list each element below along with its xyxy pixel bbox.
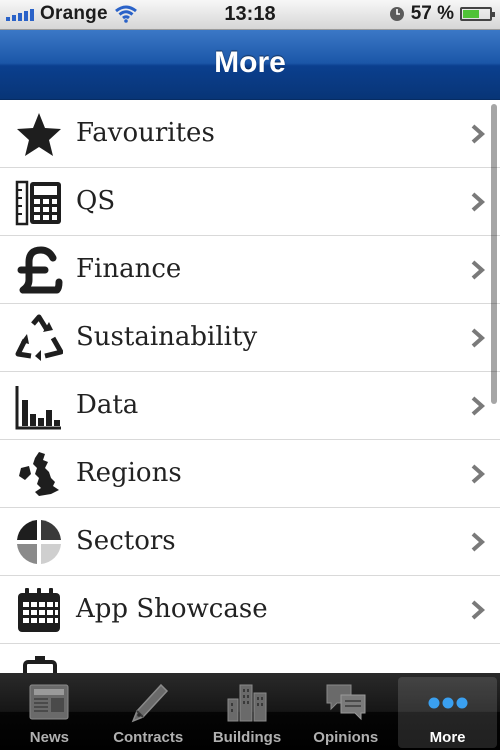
calculator-icon xyxy=(14,178,64,226)
battery-percentage: 57 % xyxy=(410,3,454,24)
list-item-data[interactable]: Data xyxy=(0,372,500,440)
list-item-sectors[interactable]: Sectors xyxy=(0,508,500,576)
chevron-right-icon xyxy=(471,464,486,484)
tab-label: News xyxy=(29,729,69,746)
bar-chart-icon xyxy=(14,382,64,430)
list-item-label: Data xyxy=(76,390,139,420)
speech-bubbles-icon xyxy=(326,684,366,721)
list-item-label: Regions xyxy=(76,458,182,488)
tab-buildings[interactable]: Buildings xyxy=(198,673,297,750)
buildings-icon xyxy=(227,684,267,722)
calendar-icon xyxy=(14,586,64,634)
list-item-sustainability[interactable]: Sustainability xyxy=(0,304,500,372)
partial-item-icon xyxy=(14,654,64,673)
chevron-right-icon xyxy=(471,192,486,212)
list-item-label: QS xyxy=(76,186,116,216)
tab-more[interactable]: More xyxy=(398,677,497,748)
navigation-bar: More xyxy=(0,30,500,100)
list-item-regions[interactable]: Regions xyxy=(0,440,500,508)
tab-label: Opinions xyxy=(313,729,379,746)
chevron-right-icon xyxy=(471,396,486,416)
recycle-icon xyxy=(14,314,64,362)
list-item-label: Finance xyxy=(76,254,182,284)
tab-label: Contracts xyxy=(113,729,184,746)
tab-contracts[interactable]: Contracts xyxy=(99,673,198,750)
pie-chart-icon xyxy=(14,518,64,566)
tab-news[interactable]: News xyxy=(0,673,99,750)
chevron-right-icon xyxy=(471,328,486,348)
star-icon xyxy=(14,110,64,158)
pound-sign-icon xyxy=(14,246,64,294)
chevron-right-icon xyxy=(471,600,486,620)
tab-bar: News Contracts Buildings Opinions More xyxy=(0,673,500,750)
more-dots-icon xyxy=(428,697,468,709)
status-right: 57 % xyxy=(389,3,495,25)
list-item-favourites[interactable]: Favourites xyxy=(0,100,500,168)
newspaper-icon xyxy=(29,684,69,720)
battery-fill xyxy=(463,10,479,18)
status-bar: Orange 13:18 57 % xyxy=(0,0,500,30)
chevron-right-icon xyxy=(471,124,486,144)
tab-label: Buildings xyxy=(212,729,282,746)
pen-icon xyxy=(131,683,169,723)
battery-icon xyxy=(460,7,495,21)
clock-icon xyxy=(389,7,404,21)
tab-opinions[interactable]: Opinions xyxy=(296,673,395,750)
list-item-qs[interactable]: QS xyxy=(0,168,500,236)
chevron-right-icon xyxy=(471,532,486,552)
list-item-finance[interactable]: Finance xyxy=(0,236,500,304)
chevron-right-icon xyxy=(471,260,486,280)
uk-map-icon xyxy=(14,450,64,498)
scroll-indicator[interactable] xyxy=(491,104,497,404)
tab-label: More xyxy=(429,729,466,746)
list-item-label: App Showcase xyxy=(76,594,268,624)
list-item-label: Sustainability xyxy=(76,322,258,352)
list-item-label: Favourites xyxy=(76,118,215,148)
list-item-app-showcase[interactable]: App Showcase xyxy=(0,576,500,644)
page-title: More xyxy=(214,46,286,79)
list-item-label: Sectors xyxy=(76,526,176,556)
more-list[interactable]: Favourites QS Finance Sustainability Dat… xyxy=(0,100,500,673)
list-item-partial[interactable] xyxy=(0,644,500,673)
